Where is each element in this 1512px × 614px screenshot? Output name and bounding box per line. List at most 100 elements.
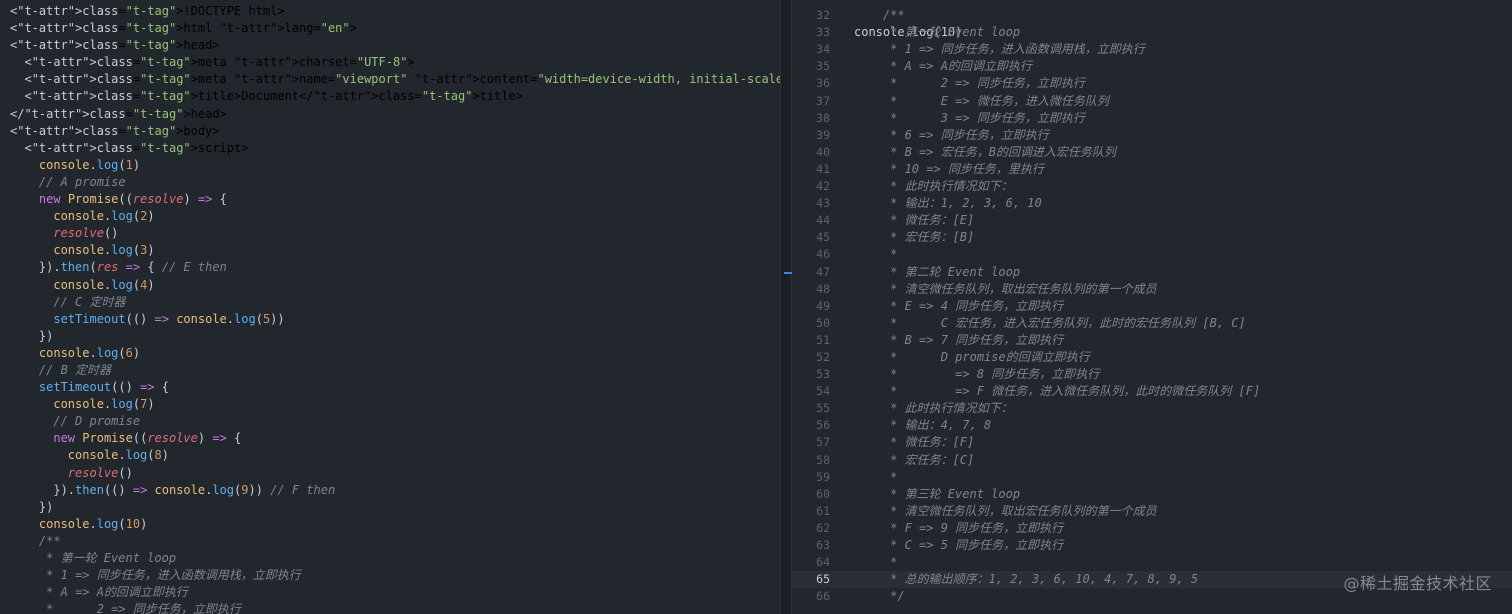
code-line[interactable]: 46 * xyxy=(792,246,1512,263)
code-line[interactable]: 35 * A => A的回调立即执行 xyxy=(792,58,1512,75)
code-line[interactable]: 58 * 宏任务：[C] xyxy=(792,452,1512,469)
line-number: 51 xyxy=(816,332,830,347)
code-line[interactable]: 45 * 宏任务：[B] xyxy=(792,229,1512,246)
code-line-text: new Promise((resolve) => { xyxy=(53,431,242,446)
code-line[interactable]: 52 * D promise的回调立即执行 xyxy=(792,349,1512,366)
code-line[interactable]: 62 * F => 9 同步任务，立即执行 xyxy=(792,520,1512,537)
code-line[interactable]: 51 * B => 7 同步任务，立即执行 xyxy=(792,332,1512,349)
code-line[interactable]: <"t-attr">class="t-tag">!DOCTYPE html> xyxy=(0,3,780,20)
code-line[interactable]: 32 /** xyxy=(792,7,1512,24)
code-line[interactable]: setTimeout(() => console.log(5)) xyxy=(0,311,780,328)
code-line-text: <"t-attr">class="t-tag">body> xyxy=(10,123,220,138)
code-line[interactable]: // C 定时器 xyxy=(0,294,780,311)
line-number: 35 xyxy=(816,59,830,74)
code-line[interactable]: 49 * E => 4 同步任务，立即执行 xyxy=(792,298,1512,315)
code-line[interactable]: /** xyxy=(0,533,780,550)
code-line[interactable]: <"t-attr">class="t-tag">meta "t-attr">na… xyxy=(0,71,780,88)
code-line[interactable]: setTimeout(() => { xyxy=(0,379,780,396)
code-line[interactable]: <"t-attr">class="t-tag">head> xyxy=(0,37,780,54)
code-line[interactable]: 36 * 2 => 同步任务，立即执行 xyxy=(792,75,1512,92)
line-number: 36 xyxy=(816,76,830,91)
code-line[interactable]: <"t-attr">class="t-tag">title>Document</… xyxy=(0,88,780,105)
code-line-text: resolve() xyxy=(67,465,133,480)
code-line[interactable]: * 第一轮 Event loop xyxy=(0,550,780,567)
code-line[interactable]: </"t-attr">class="t-tag">head> xyxy=(0,106,780,123)
code-line[interactable]: new Promise((resolve) => { xyxy=(0,191,780,208)
code-line[interactable]: console.log(2) xyxy=(0,208,780,225)
code-line[interactable]: 40 * B => 宏任务，B的回调进入宏任务队列 xyxy=(792,144,1512,161)
code-line[interactable]: 44 * 微任务：[E] xyxy=(792,212,1512,229)
code-line[interactable]: 41 * 10 => 同步任务，里执行 xyxy=(792,161,1512,178)
code-line-text: <"t-attr">class="t-tag">script> xyxy=(10,140,249,155)
line-number: 62 xyxy=(816,520,830,535)
code-line[interactable]: 47 * 第二轮 Event loop xyxy=(792,264,1512,281)
code-line[interactable]: console.log(3) xyxy=(0,242,780,259)
code-line[interactable]: }) xyxy=(0,328,780,345)
code-line[interactable]: 34 * 1 => 同步任务，进入函数调用栈，立即执行 xyxy=(792,41,1512,58)
code-line-text: * 2 => 同步任务，立即执行 xyxy=(854,76,1085,91)
code-line-text: console.log(3) xyxy=(53,243,155,258)
code-line[interactable]: <"t-attr">class="t-tag">meta "t-attr">ch… xyxy=(0,54,780,71)
code-line[interactable]: 50 * C 宏任务，进入宏任务队列，此时的宏任务队列 [B, C] xyxy=(792,315,1512,332)
code-line-text: }) xyxy=(10,499,54,514)
code-line[interactable]: // A promise xyxy=(0,174,780,191)
code-line-text: * E => 4 同步任务，立即执行 xyxy=(854,298,1064,313)
line-number: 47 xyxy=(816,264,830,279)
code-line[interactable]: 60 * 第三轮 Event loop xyxy=(792,486,1512,503)
code-line[interactable]: // B 定时器 xyxy=(0,362,780,379)
code-line[interactable]: resolve() xyxy=(0,225,780,242)
code-line[interactable]: 56 * 输出：4, 7, 8 xyxy=(792,417,1512,434)
line-number: 44 xyxy=(816,213,830,228)
code-line-text: * B => 宏任务，B的回调进入宏任务队列 xyxy=(854,144,1116,159)
left-editor-pane[interactable]: <"t-attr">class="t-tag">!DOCTYPE html> <"… xyxy=(0,0,780,614)
code-line[interactable]: console.log(1) xyxy=(0,157,780,174)
code-line-text: * C 宏任务，进入宏任务队列，此时的宏任务队列 [B, C] xyxy=(854,315,1246,330)
code-line-text: * D promise的回调立即执行 xyxy=(854,349,1090,364)
code-line[interactable]: }) xyxy=(0,499,780,516)
code-line[interactable]: console.log(6) xyxy=(0,345,780,362)
code-line-text: * 输出：4, 7, 8 xyxy=(854,418,992,433)
code-line-text: * 1 => 同步任务，进入函数调用栈，立即执行 xyxy=(10,568,301,583)
code-line[interactable]: 55 * 此时执行情况如下： xyxy=(792,400,1512,417)
code-line[interactable]: <"t-attr">class="t-tag">body> xyxy=(0,123,780,140)
code-line[interactable]: // D promise xyxy=(0,413,780,430)
code-line[interactable]: 61 * 清空微任务队列，取出宏任务队列的第一个成员 xyxy=(792,503,1512,520)
code-line[interactable]: * 1 => 同步任务，进入函数调用栈，立即执行 xyxy=(0,567,780,584)
code-line[interactable]: <"t-attr">class="t-tag">html "t-attr">la… xyxy=(0,20,780,37)
code-line[interactable]: resolve() xyxy=(0,465,780,482)
code-line[interactable]: <"t-attr">class="t-tag">script> xyxy=(0,140,780,157)
code-line[interactable]: 54 * => F 微任务，进入微任务队列，此时的微任务队列 [F] xyxy=(792,383,1512,400)
code-line-text: * xyxy=(854,469,898,484)
right-editor-pane[interactable]: console.log(10) 32 /** 33 * 第一轮 Event loo… xyxy=(792,0,1512,614)
code-line[interactable]: 39 * 6 => 同步任务，立即执行 xyxy=(792,127,1512,144)
code-line[interactable]: console.log(8) xyxy=(0,447,780,464)
code-line[interactable]: 42 * 此时执行情况如下： xyxy=(792,178,1512,195)
split-divider[interactable] xyxy=(780,0,792,614)
code-line[interactable]: 48 * 清空微任务队列，取出宏任务队列的第一个成员 xyxy=(792,281,1512,298)
code-line[interactable]: 38 * 3 => 同步任务，立即执行 xyxy=(792,110,1512,127)
code-line[interactable]: 64 * xyxy=(792,554,1512,571)
code-line[interactable]: * A => A的回调立即执行 xyxy=(0,584,780,601)
code-line-text: * => F 微任务，进入微任务队列，此时的微任务队列 [F] xyxy=(854,384,1261,399)
code-line[interactable]: }).then(() => console.log(9)) // F then xyxy=(0,482,780,499)
code-line-text: console.log(1) xyxy=(38,157,141,172)
code-line[interactable]: console.log(7) xyxy=(0,396,780,413)
code-line[interactable]: console.log(4) xyxy=(0,277,780,294)
code-line[interactable]: * 2 => 同步任务，立即执行 xyxy=(0,601,780,614)
code-line[interactable]: 57 * 微任务：[F] xyxy=(792,434,1512,451)
code-line-text: * 微任务：[E] xyxy=(854,213,975,228)
code-line[interactable]: 43 * 输出：1, 2, 3, 6, 10 xyxy=(792,195,1512,212)
code-line[interactable]: console.log(10) xyxy=(0,516,780,533)
code-line[interactable]: 37 * E => 微任务，进入微任务队列 xyxy=(792,93,1512,110)
code-line[interactable]: 59 * xyxy=(792,469,1512,486)
code-line[interactable]: 33 * 第一轮 Event loop xyxy=(792,24,1512,41)
code-line-text: <"t-attr">class="t-tag">meta "t-attr">na… xyxy=(10,72,780,87)
code-line[interactable]: }).then(res => { // E then xyxy=(0,259,780,276)
code-line[interactable]: new Promise((resolve) => { xyxy=(0,430,780,447)
code-line-text: * E => 微任务，进入微任务队列 xyxy=(854,93,1109,108)
line-number: 64 xyxy=(816,555,830,570)
code-line[interactable]: 53 * => 8 同步任务，立即执行 xyxy=(792,366,1512,383)
code-line-text: </"t-attr">class="t-tag">head> xyxy=(10,106,227,121)
line-number: 42 xyxy=(816,179,830,194)
code-line[interactable]: 63 * C => 5 同步任务，立即执行 xyxy=(792,537,1512,554)
